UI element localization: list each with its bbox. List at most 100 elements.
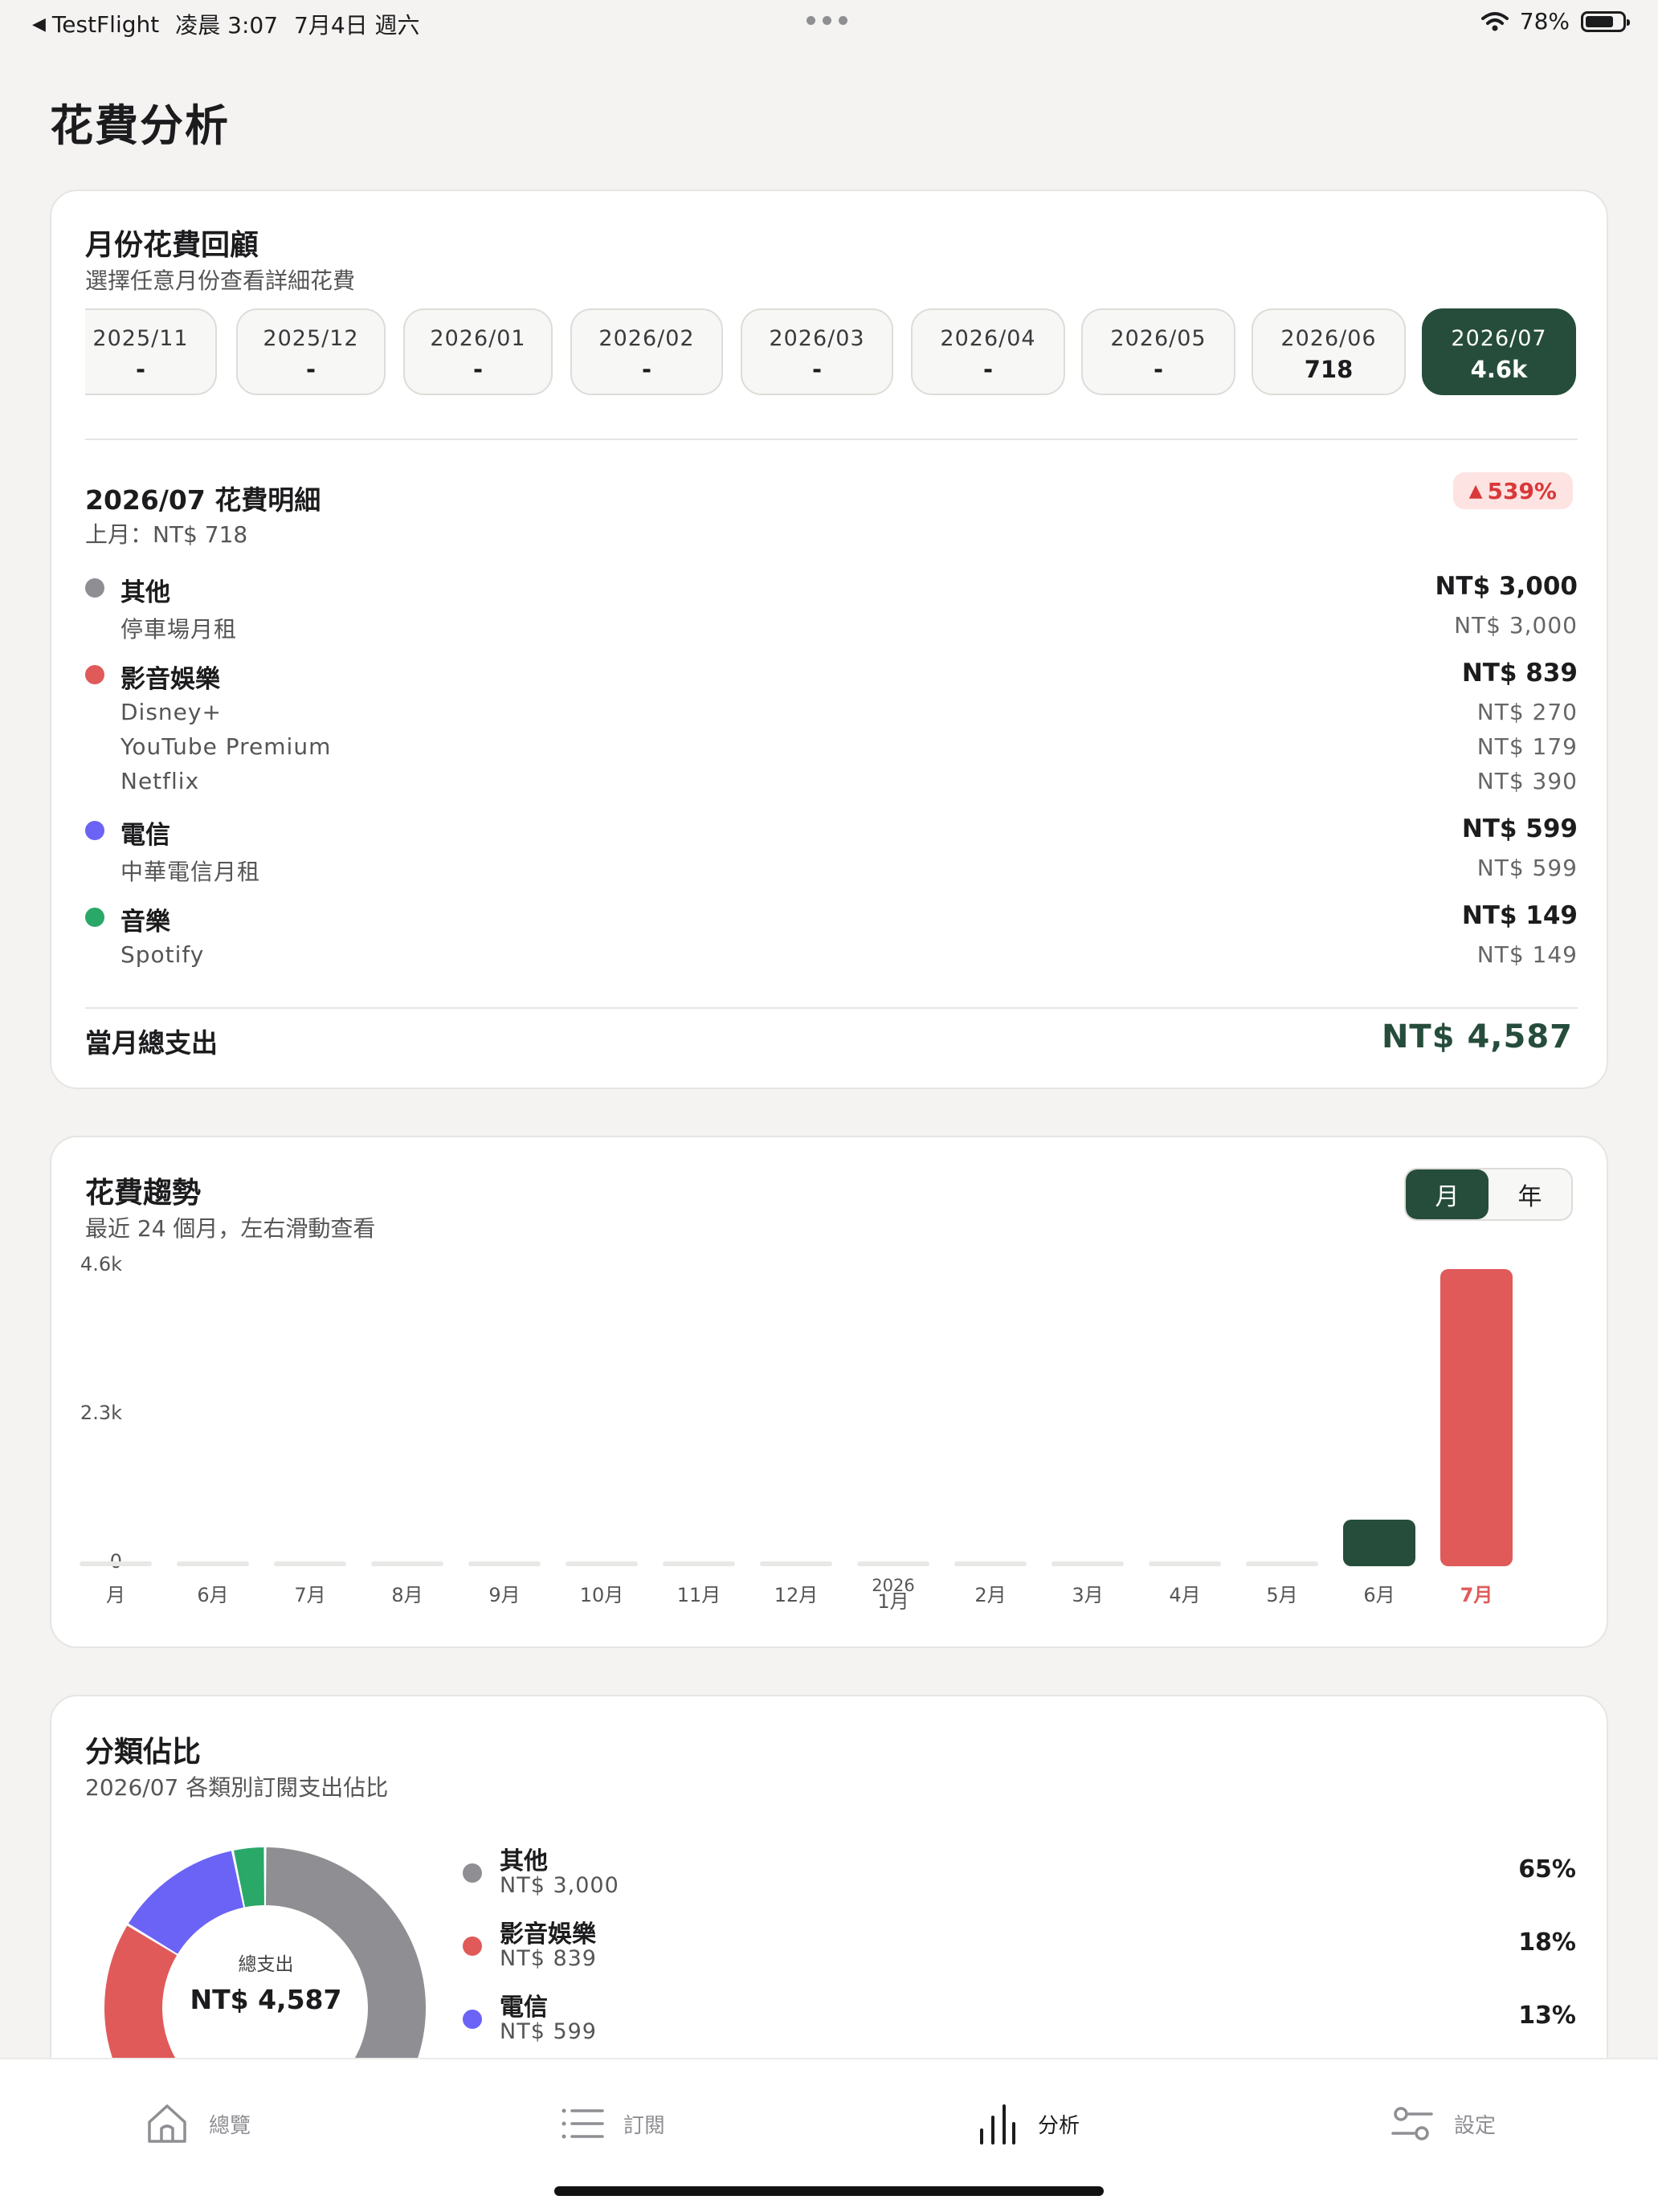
category-row: 影音娛樂 NT$ 839 [85,657,1578,694]
donut-center-value: NT$ 4,587 [190,1984,342,2015]
month-chip[interactable]: 2026/06 718 [1252,308,1406,395]
divider [85,439,1578,440]
donut-center: 總支出 NT$ 4,587 [157,1949,374,2015]
month-chip-selected[interactable]: 2026/07 4.6k [1422,308,1576,395]
month-selector[interactable]: 2025/11- 2025/12- 2026/01- 2026/02- 2026… [85,304,1578,400]
x-tick-label: 7月 [294,1584,326,1606]
category-dot [85,665,104,684]
subscription-item: Netflix NT$ 390 [120,768,1578,794]
list-icon [562,2108,604,2139]
status-bar: ◀ TestFlight 凌晨 3:07 7月4日 週六 78% [0,0,1658,45]
trend-bar[interactable] [80,1561,152,1566]
trend-bar[interactable] [760,1561,832,1566]
legend-item: 其他 NT$ 3,000 65% [463,1841,1576,1905]
subscription-item: Spotify NT$ 149 [120,941,1578,968]
month-chip[interactable]: 2026/01- [403,308,553,395]
change-badge: ▲ 539% [1452,472,1573,509]
subscription-item: Disney+ NT$ 270 [120,699,1578,725]
subscription-item: 中華電信月租 NT$ 599 [120,855,1578,885]
subscription-item: YouTube Premium NT$ 179 [120,733,1578,760]
x-tick-label: 10月 [579,1584,624,1606]
legend-dot [463,1863,482,1883]
x-tick-label: 4月 [1169,1584,1201,1606]
trend-bar[interactable] [274,1561,346,1566]
category-row: 其他 NT$ 3,000 [85,570,1578,607]
subscription-item: 停車場月租 NT$ 3,000 [120,612,1578,643]
last-month-text: 上月：NT$ 718 [85,521,248,548]
divider [85,1007,1578,1009]
home-indicator[interactable] [554,2186,1104,2196]
trend-bar[interactable] [1440,1269,1513,1566]
trend-bar[interactable] [566,1561,638,1566]
back-app-link[interactable]: ◀ TestFlight [32,11,159,38]
back-arrow-icon: ◀ [32,14,46,35]
donut-center-label: 總支出 [238,1954,294,1975]
total-amount: NT$ 4,587 [1381,1018,1573,1055]
tab-overview[interactable]: 總覽 [145,2100,251,2148]
x-tick-label: 6月 [197,1584,229,1606]
trend-bar[interactable] [371,1561,443,1566]
trend-bar[interactable] [1052,1561,1124,1566]
y-tick-label: 4.6k [80,1253,122,1275]
battery-percent: 78% [1519,8,1570,35]
trend-card: 花費趨勢 最近 24 個月，左右滑動查看 月 年 02.3k4.6k月6月7月8… [50,1136,1608,1648]
trend-bar[interactable] [1343,1520,1415,1566]
legend-dot [463,1937,482,1956]
trend-bar-chart[interactable]: 02.3k4.6k月6月7月8月9月10月11月12月20261月2月3月4月5… [51,1137,1607,1647]
month-chip[interactable]: 2026/04- [911,308,1065,395]
monthly-review-card: 月份花費回顧 選擇任意月份查看詳細花費 2025/11- 2025/12- 20… [50,190,1608,1089]
multitasking-dots-icon[interactable] [807,16,847,25]
detail-title: 2026/07 花費明細 [85,484,321,516]
x-tick-label: 9月 [488,1584,521,1606]
trend-bar[interactable] [1149,1561,1221,1566]
category-dot [85,821,104,840]
category-share-card: 分類佔比 2026/07 各類別訂閱支出佔比 總支出 NT$ 4,587 其他 … [50,1695,1608,2169]
month-chip[interactable]: 2026/02- [570,308,723,395]
x-tick-label: 2月 [974,1584,1007,1606]
triangle-up-icon: ▲ [1468,480,1483,501]
category-row: 音樂 NT$ 149 [85,900,1578,937]
chart-icon [980,2104,1015,2145]
trend-bar[interactable] [177,1561,249,1566]
x-tick-label: 5月 [1266,1584,1298,1606]
total-label: 當月總支出 [85,1027,218,1059]
monthly-review-title: 月份花費回顧 [85,229,259,262]
x-tick-label: 12月 [774,1584,819,1606]
trend-bar[interactable] [954,1561,1027,1566]
x-tick-label: 2026 1月 [872,1576,915,1613]
tab-settings[interactable]: 設定 [1390,2100,1496,2148]
trend-bar[interactable] [857,1561,929,1566]
x-tick-label: 6月 [1363,1584,1395,1606]
x-tick-label: 8月 [391,1584,423,1606]
x-tick-label: 11月 [676,1584,721,1606]
tab-subscriptions[interactable]: 訂閱 [559,2100,665,2148]
trend-bar[interactable] [468,1561,541,1566]
x-tick-label: 月 [106,1584,125,1606]
x-tick-label: 3月 [1072,1584,1104,1606]
month-chip[interactable]: 2026/05- [1081,308,1235,395]
legend-item: 電信 NT$ 599 13% [463,1987,1576,2051]
category-dot [85,578,104,598]
monthly-review-subtitle: 選擇任意月份查看詳細花費 [85,267,356,294]
status-time: 凌晨 3:07 [175,12,279,39]
back-app-label: TestFlight [51,10,160,38]
month-chip[interactable]: 2025/11- [85,308,217,395]
sliders-icon [1391,2107,1433,2141]
legend-dot [463,2010,482,2029]
page-title: 花費分析 [50,100,230,151]
battery-icon [1581,10,1630,32]
category-dot [85,908,104,927]
y-tick-label: 2.3k [80,1402,122,1424]
x-tick-label: 7月 [1460,1584,1493,1606]
category-share-title: 分類佔比 [85,1736,202,1769]
category-row: 電信 NT$ 599 [85,813,1578,850]
trend-bar[interactable] [1246,1561,1318,1566]
category-share-subtitle: 2026/07 各類別訂閱支出佔比 [85,1774,389,1801]
month-chip[interactable]: 2026/03- [741,308,893,395]
wifi-icon [1480,11,1509,31]
status-date: 7月4日 週六 [294,12,420,39]
month-chip[interactable]: 2025/12- [236,308,386,395]
tab-analysis[interactable]: 分析 [974,2100,1080,2148]
trend-bar[interactable] [663,1561,735,1566]
home-icon [148,2104,186,2143]
